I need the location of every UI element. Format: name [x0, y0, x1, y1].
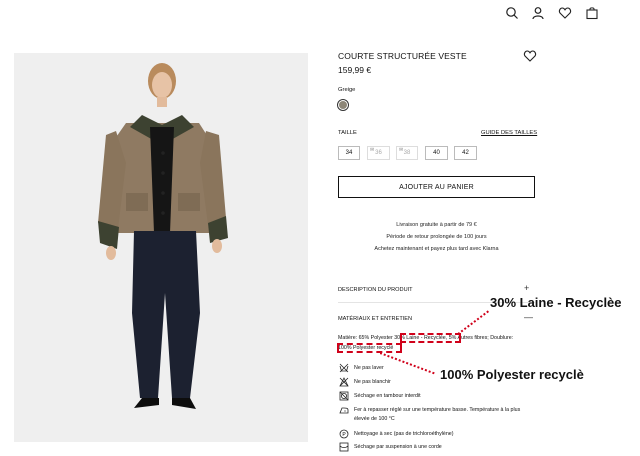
envelope-icon: ✉	[399, 147, 404, 153]
care-item: Fer à repasser réglé sur une température…	[338, 404, 520, 416]
return-info: Période de retour prolongée de 100 jours	[386, 234, 487, 240]
user-icon[interactable]	[531, 6, 545, 20]
heart-icon[interactable]	[558, 6, 572, 20]
size-option-unavailable[interactable]: ✉ 38	[396, 146, 418, 160]
size-label: TAILLE	[338, 130, 357, 136]
bag-icon[interactable]	[585, 6, 599, 20]
line-dry-icon	[338, 441, 350, 453]
care-item: Séchage en tambour interdit	[338, 390, 421, 402]
size-option[interactable]: 34	[338, 146, 360, 160]
no-bleach-icon	[338, 376, 350, 388]
wishlist-heart-icon[interactable]	[523, 49, 537, 63]
size-guide-link[interactable]: GUIDE DES TAILLES	[481, 130, 537, 136]
annotation-wool: 30% Laine - Recyclèe	[490, 295, 622, 310]
size-option-unavailable[interactable]: ✉ 36	[367, 146, 390, 160]
color-swatch-greige[interactable]	[337, 99, 349, 111]
care-text-continued: élevée de 100 °C	[354, 416, 395, 422]
product-image	[14, 53, 308, 442]
care-item: P Nettoyage à sec (pas de trichloroéthyl…	[338, 428, 454, 440]
care-item: Séchage par suspension à une corde	[338, 441, 442, 453]
accordion-description[interactable]: DESCRIPTION DU PRODUIT	[338, 287, 413, 293]
size-option[interactable]: 42	[454, 146, 477, 160]
size-option[interactable]: 40	[425, 146, 448, 160]
care-item: Ne pas laver	[338, 362, 384, 374]
plus-icon[interactable]: +	[524, 283, 529, 293]
annotation-polyester: 100% Polyester recyclè	[440, 367, 584, 382]
no-wash-icon	[338, 362, 350, 374]
minus-icon[interactable]: —	[524, 312, 533, 322]
color-label: Greige	[338, 87, 356, 93]
envelope-icon: ✉	[370, 147, 375, 153]
tumble-dry-icon	[338, 390, 350, 402]
shipping-info: Livraison gratuite à partir de 79 €	[396, 222, 477, 228]
dry-clean-icon: P	[338, 428, 350, 440]
klarna-info: Achetez maintenant et payez plus tard av…	[374, 246, 499, 252]
search-icon[interactable]	[505, 6, 519, 20]
product-price: 159,99 €	[338, 65, 372, 75]
iron-icon	[338, 404, 350, 416]
add-to-cart-button[interactable]: AJOUTER AU PANIER	[338, 176, 535, 198]
svg-text:P: P	[342, 432, 346, 438]
product-title: COURTE STRUCTURÉE VESTE	[338, 51, 467, 61]
